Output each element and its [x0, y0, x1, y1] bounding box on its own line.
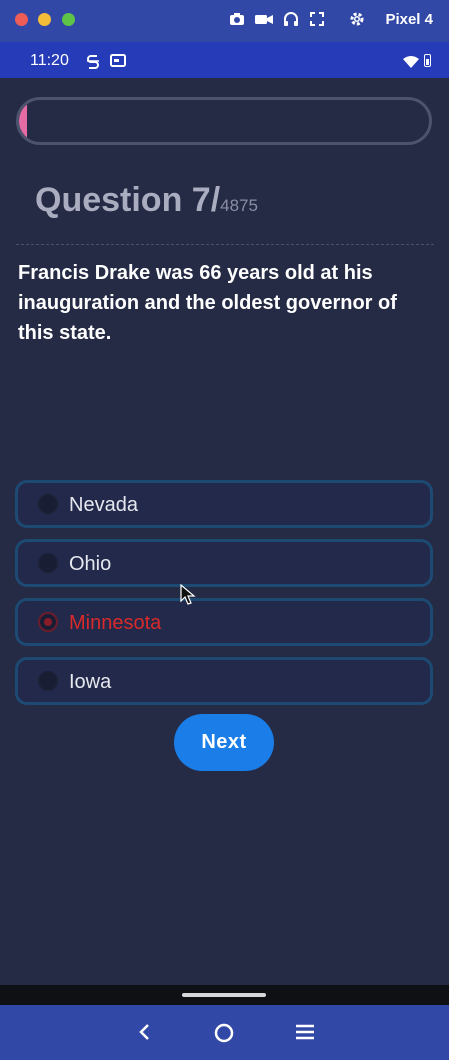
gear-icon[interactable] [348, 10, 366, 28]
menu-icon[interactable] [294, 1022, 316, 1047]
gesture-handle[interactable] [182, 993, 266, 997]
option-label: Nevada [69, 494, 138, 516]
device-name: Pixel 4 [385, 11, 433, 28]
mouse-cursor-icon [180, 583, 196, 611]
video-icon[interactable] [254, 10, 274, 28]
navigation-bar [0, 1005, 449, 1060]
divider [16, 244, 434, 245]
radio-button[interactable] [38, 494, 58, 514]
card-icon [110, 53, 126, 72]
back-icon[interactable] [136, 1022, 152, 1047]
battery-icon [424, 54, 431, 67]
fullscreen-icon[interactable] [308, 10, 326, 28]
radio-button[interactable] [38, 612, 58, 632]
option-ohio[interactable]: Ohio [15, 539, 433, 587]
option-iowa[interactable]: Iowa [15, 657, 433, 705]
radio-button[interactable] [38, 671, 58, 691]
question-label: Question 7/ [35, 181, 221, 219]
radio-button[interactable] [38, 553, 58, 573]
quiz-progress-fill [19, 100, 27, 142]
status-bar: 11:20 [0, 42, 449, 78]
close-window-button[interactable] [15, 13, 28, 26]
home-icon[interactable] [213, 1022, 235, 1049]
headphones-icon[interactable] [282, 10, 300, 28]
question-counter: Question 7/4875 [35, 181, 258, 220]
option-label: Iowa [69, 671, 112, 693]
wifi-icon [403, 55, 419, 73]
option-nevada[interactable]: Nevada [15, 480, 433, 528]
minimize-window-button[interactable] [38, 13, 51, 26]
option-minnesota[interactable]: Minnesota [15, 598, 433, 646]
status-time: 11:20 [30, 52, 69, 69]
s-icon [86, 53, 100, 74]
maximize-window-button[interactable] [62, 13, 75, 26]
next-button[interactable]: Next [174, 714, 274, 771]
question-total: 4875 [220, 196, 258, 215]
emulator-title-bar: Pixel 4 [0, 0, 449, 42]
quiz-progress-bar [16, 97, 432, 145]
option-label: Ohio [69, 553, 112, 575]
option-label: Minnesota [69, 612, 162, 634]
question-text: Francis Drake was 66 years old at his in… [18, 262, 397, 344]
camera-icon[interactable] [228, 10, 246, 28]
